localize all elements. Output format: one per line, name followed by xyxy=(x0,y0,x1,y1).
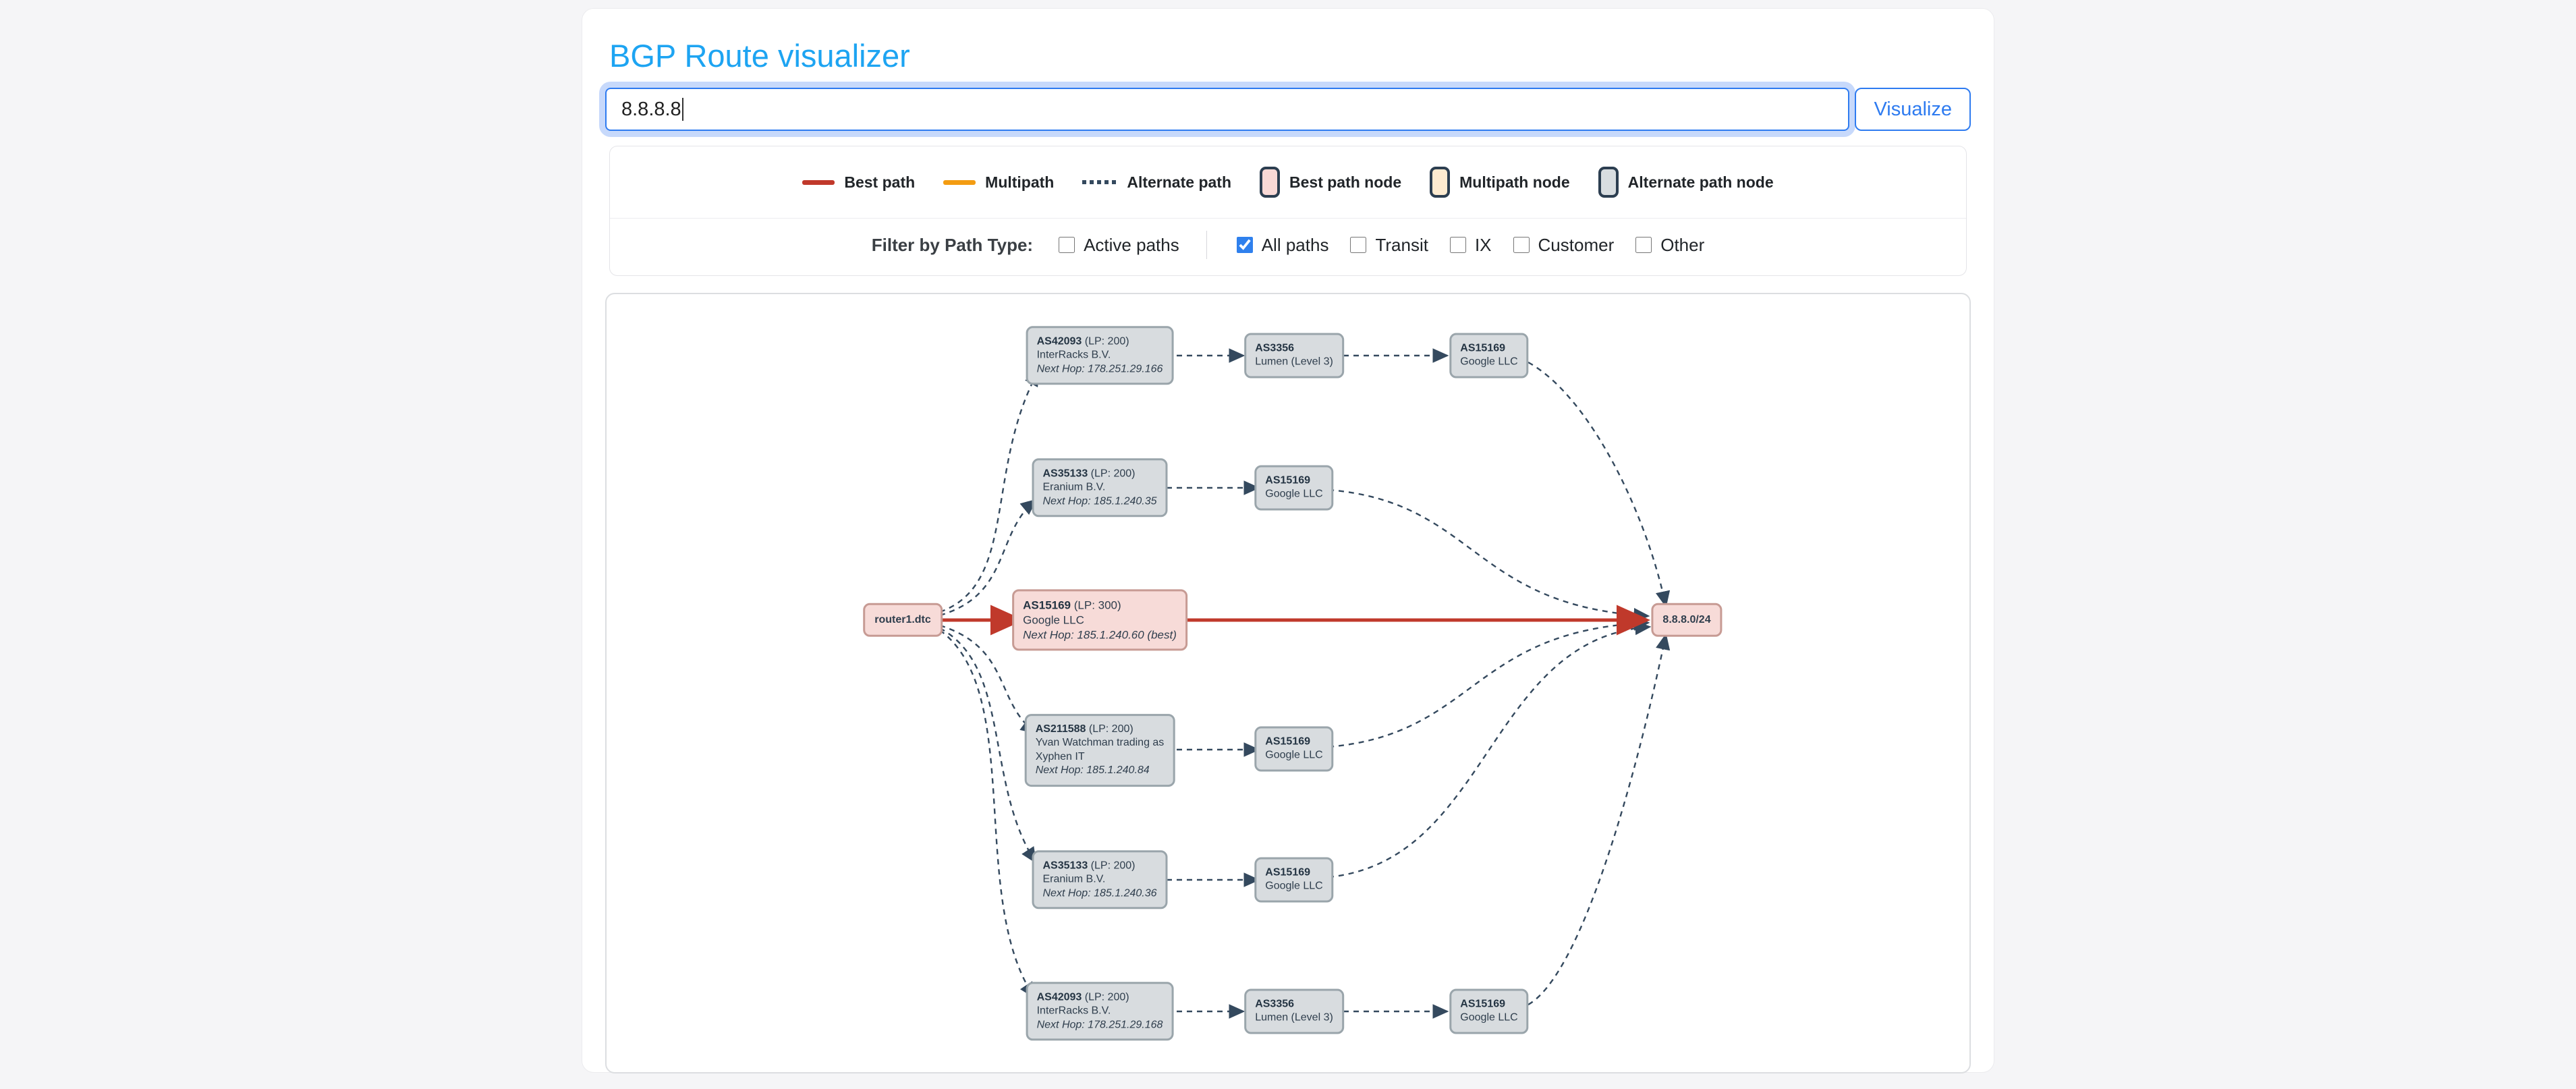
graph-edges xyxy=(607,294,1971,1073)
best-path-line-swatch xyxy=(802,180,835,185)
alternate-path-node-swatch xyxy=(1598,167,1619,198)
ip-address-input[interactable] xyxy=(605,88,1849,131)
edge-as15169-upper-to-destination xyxy=(1328,490,1648,616)
edge-router-to-as42093-top xyxy=(940,371,1038,612)
page-title: BGP Route visualizer xyxy=(609,37,1967,74)
edge-as15169-bottom-to-destination xyxy=(1528,635,1666,1005)
best-path-node-swatch xyxy=(1260,167,1280,198)
node-as15169-path1[interactable]: AS15169 Google LLC xyxy=(1449,333,1528,379)
ip-input-wrap xyxy=(605,88,1849,131)
node-as15169-path2[interactable]: AS15169 Google LLC xyxy=(1254,466,1333,511)
legend-panel: Best path Multipath Alternate path Best … xyxy=(609,146,1967,276)
node-as35133-path5[interactable]: AS35133 (LP: 200) Eranium B.V. Next Hop:… xyxy=(1032,850,1167,909)
filter-checkbox-other[interactable]: Other xyxy=(1633,235,1704,256)
graph-stage: router1.dtc AS42093 (LP: 200) InterRacks… xyxy=(607,294,1971,1073)
filter-checkbox-active-paths[interactable]: Active paths xyxy=(1056,235,1179,256)
filter-checkbox-ix[interactable]: IX xyxy=(1447,235,1492,256)
node-as3356-path1[interactable]: AS3356 Lumen (Level 3) xyxy=(1244,333,1344,379)
node-as35133-path2[interactable]: AS35133 (LP: 200) Eranium B.V. Next Hop:… xyxy=(1032,458,1167,517)
node-as42093-path1[interactable]: AS42093 (LP: 200) InterRacks B.V. Next H… xyxy=(1026,326,1174,385)
customer-checkbox[interactable] xyxy=(1513,237,1530,253)
edge-as15169-mid-to-destination xyxy=(1328,623,1648,747)
legend-item-alternate-path: Alternate path xyxy=(1082,173,1231,192)
transit-checkbox[interactable] xyxy=(1350,237,1366,253)
edge-as15169-lower-to-destination xyxy=(1328,627,1650,877)
legend-item-multipath: Multipath xyxy=(943,173,1054,192)
filter-row: Filter by Path Type: Active paths All pa… xyxy=(610,219,1966,275)
filter-checkbox-all-paths[interactable]: All paths xyxy=(1234,235,1329,256)
node-as3356-path6[interactable]: AS3356 Lumen (Level 3) xyxy=(1244,989,1344,1034)
filter-title: Filter by Path Type: xyxy=(872,235,1033,256)
edge-router-to-as35133-lower xyxy=(940,628,1036,862)
text-caret xyxy=(682,98,683,121)
filter-checkbox-transit[interactable]: Transit xyxy=(1347,235,1428,256)
edge-as15169-top-to-destination xyxy=(1528,362,1666,606)
multipath-node-swatch xyxy=(1430,167,1450,198)
node-router1-dtc[interactable]: router1.dtc xyxy=(863,603,943,637)
other-checkbox[interactable] xyxy=(1635,237,1652,253)
legend-item-best-path: Best path xyxy=(802,173,915,192)
node-as42093-path6[interactable]: AS42093 (LP: 200) InterRacks B.V. Next H… xyxy=(1026,982,1174,1040)
node-as211588-path4[interactable]: AS211588 (LP: 200) Yvan Watchman trading… xyxy=(1025,714,1175,787)
app-card: BGP Route visualizer Visualize Best path… xyxy=(582,8,1994,1073)
node-as15169-best[interactable]: AS15169 (LP: 300) Google LLC Next Hop: 1… xyxy=(1012,589,1187,650)
ix-checkbox[interactable] xyxy=(1450,237,1466,253)
filter-divider xyxy=(1206,231,1207,259)
edge-router-to-as42093-bottom xyxy=(940,630,1034,997)
active-paths-checkbox[interactable] xyxy=(1059,237,1075,253)
node-as15169-path6[interactable]: AS15169 Google LLC xyxy=(1449,989,1528,1034)
legend-item-multipath-node: Multipath node xyxy=(1430,167,1570,198)
legend-row: Best path Multipath Alternate path Best … xyxy=(610,146,1966,219)
all-paths-checkbox[interactable] xyxy=(1237,237,1253,253)
visualize-button[interactable]: Visualize xyxy=(1855,88,1971,131)
graph-canvas: router1.dtc AS42093 (LP: 200) InterRacks… xyxy=(605,293,1971,1073)
legend-item-alternate-path-node: Alternate path node xyxy=(1598,167,1774,198)
node-as15169-path4[interactable]: AS15169 Google LLC xyxy=(1254,727,1333,772)
node-destination-prefix[interactable]: 8.8.8.0/24 xyxy=(1651,603,1722,637)
filter-checkbox-customer[interactable]: Customer xyxy=(1511,235,1615,256)
legend-item-best-path-node: Best path node xyxy=(1260,167,1401,198)
alternate-path-line-swatch xyxy=(1082,180,1117,184)
multipath-line-swatch xyxy=(943,180,976,185)
node-as15169-path5[interactable]: AS15169 Google LLC xyxy=(1254,858,1333,903)
search-row: Visualize xyxy=(605,88,1971,131)
